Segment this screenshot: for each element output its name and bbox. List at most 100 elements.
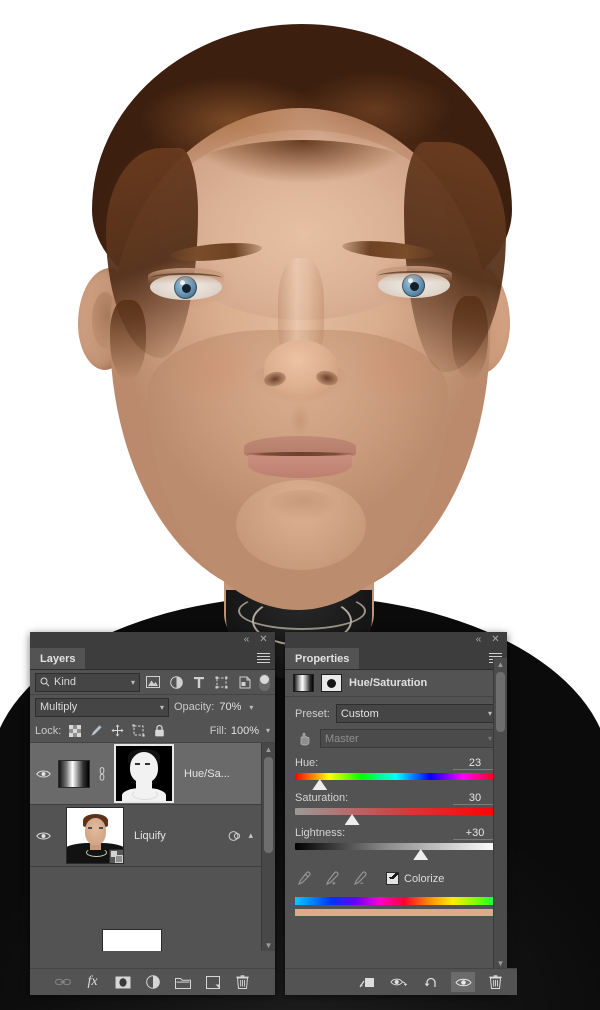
tab-layers[interactable]: Layers bbox=[30, 648, 85, 669]
close-icon[interactable]: ✕ bbox=[257, 634, 270, 646]
fill-chevron-icon[interactable]: ▾ bbox=[266, 726, 270, 735]
preset-select[interactable]: Custom ▾ bbox=[336, 704, 497, 723]
hue-saturation-gradient-thumbnail[interactable] bbox=[58, 760, 90, 788]
shape-layer-filter-icon[interactable] bbox=[212, 674, 231, 691]
hue-range-ramp[interactable] bbox=[295, 897, 497, 905]
lightness-slider-handle[interactable] bbox=[413, 849, 428, 860]
table-row[interactable]: Hue/Sa... bbox=[30, 743, 275, 805]
pixel-layer-filter-icon[interactable] bbox=[144, 674, 163, 691]
chevron-down-icon: ▾ bbox=[488, 709, 492, 718]
type-layer-filter-icon[interactable] bbox=[190, 674, 209, 691]
lock-image-pixels-icon[interactable] bbox=[89, 724, 103, 738]
blend-mode-value: Multiply bbox=[40, 701, 77, 713]
smart-object-filter-icon[interactable] bbox=[235, 674, 254, 691]
hue-saturation-gradient-thumbnail[interactable] bbox=[293, 674, 314, 692]
smart-filter-mask-thumbnail[interactable] bbox=[102, 929, 162, 951]
chevron-up-icon[interactable]: ▴ bbox=[248, 830, 253, 841]
opacity-chevron-icon[interactable]: ▾ bbox=[249, 703, 253, 712]
delete-adjustment-icon[interactable] bbox=[483, 972, 507, 992]
saturation-slider-handle[interactable] bbox=[345, 814, 360, 825]
opacity-label: Opacity: bbox=[174, 701, 214, 713]
eyedropper-add-icon[interactable] bbox=[323, 870, 340, 887]
scroll-down-arrow-icon[interactable]: ▼ bbox=[262, 939, 275, 951]
opacity-value[interactable]: 70% bbox=[219, 701, 241, 713]
fill-value[interactable]: 100% bbox=[231, 725, 259, 737]
scrollbar-thumb[interactable] bbox=[264, 757, 273, 853]
hue-value[interactable]: 23 bbox=[453, 757, 497, 770]
link-layers-icon[interactable] bbox=[54, 974, 71, 991]
lock-label: Lock: bbox=[35, 725, 61, 737]
preset-row: Preset: Custom ▾ bbox=[295, 704, 497, 723]
right-sideburn bbox=[452, 296, 488, 380]
collapse-to-icons-icon[interactable]: « bbox=[240, 634, 253, 646]
lock-all-icon[interactable] bbox=[152, 724, 166, 738]
add-layer-mask-icon[interactable] bbox=[114, 974, 131, 991]
saturation-slider-track[interactable] bbox=[295, 808, 497, 815]
layer-name[interactable]: Liquify bbox=[124, 830, 228, 842]
layer-list-scrollbar[interactable]: ▲ ▼ bbox=[261, 743, 275, 951]
checkbox-checked-icon[interactable] bbox=[386, 872, 399, 885]
close-icon[interactable]: ✕ bbox=[489, 634, 502, 646]
new-layer-icon[interactable] bbox=[204, 974, 221, 991]
fill-label: Fill: bbox=[210, 725, 227, 737]
lock-transparent-pixels-icon[interactable] bbox=[68, 724, 82, 738]
portrait-layer-thumbnail[interactable] bbox=[66, 807, 124, 864]
layer-name[interactable]: Hue/Sa... bbox=[174, 768, 275, 780]
eyedropper-icon[interactable] bbox=[295, 870, 312, 887]
delete-layer-icon[interactable] bbox=[234, 974, 251, 991]
adjustment-layer-filter-icon[interactable] bbox=[167, 674, 186, 691]
lightness-slider-block: Lightness: +30 bbox=[295, 827, 497, 850]
eye-visible-icon[interactable] bbox=[30, 831, 56, 841]
smart-filter-icon[interactable] bbox=[228, 830, 243, 842]
lightness-label: Lightness: bbox=[295, 827, 345, 839]
adjustment-title: Hue/Saturation bbox=[349, 677, 427, 689]
adjustment-thumbnails[interactable] bbox=[56, 744, 174, 803]
chevron-down-icon: ▾ bbox=[131, 678, 135, 687]
toggle-layer-visibility-icon[interactable] bbox=[451, 972, 475, 992]
adjustment-mask-thumbnail[interactable] bbox=[321, 674, 342, 692]
clip-to-layer-icon[interactable] bbox=[355, 972, 379, 992]
right-cheek bbox=[348, 328, 438, 408]
blend-mode-select[interactable]: Multiply ▾ bbox=[35, 698, 169, 717]
saturation-ramp-bar bbox=[295, 808, 497, 815]
left-cheek bbox=[170, 330, 260, 410]
new-group-icon[interactable] bbox=[174, 974, 191, 991]
smart-object-thumbnails[interactable] bbox=[56, 807, 124, 864]
scroll-up-arrow-icon[interactable]: ▲ bbox=[494, 658, 507, 670]
hue-slider-handle[interactable] bbox=[312, 779, 327, 790]
hue-slider-track[interactable] bbox=[295, 773, 497, 780]
chevron-down-icon: ▾ bbox=[488, 734, 492, 743]
saturation-value[interactable]: 30 bbox=[453, 792, 497, 805]
reset-adjustment-icon[interactable] bbox=[419, 972, 443, 992]
right-eye-pupil bbox=[410, 282, 419, 291]
hamburger-menu-icon[interactable] bbox=[257, 653, 270, 664]
properties-scrollbar[interactable]: ▲ ▼ bbox=[493, 658, 507, 969]
on-image-adjustment-hand-icon[interactable] bbox=[295, 730, 314, 747]
layer-list: Hue/Sa... bbox=[30, 743, 275, 951]
scrollbar-thumb[interactable] bbox=[496, 672, 505, 732]
layer-style-fx-icon[interactable]: fx bbox=[84, 974, 101, 991]
scroll-up-arrow-icon[interactable]: ▲ bbox=[262, 743, 275, 755]
view-previous-state-icon[interactable] bbox=[387, 972, 411, 992]
eye-visible-icon[interactable] bbox=[30, 769, 56, 779]
lock-artboard-nesting-icon[interactable] bbox=[131, 724, 145, 738]
colorize-checkbox[interactable]: Colorize bbox=[386, 872, 444, 885]
filter-kind-select[interactable]: Kind ▾ bbox=[35, 673, 140, 692]
eyedropper-row: Colorize bbox=[295, 870, 497, 887]
layer-filter-row: Kind ▾ bbox=[30, 670, 275, 695]
blend-mode-row: Multiply ▾ Opacity: 70% ▾ bbox=[30, 695, 275, 719]
hairline bbox=[150, 140, 456, 260]
layer-mask-thumbnail[interactable] bbox=[114, 744, 174, 803]
link-mask-icon[interactable] bbox=[96, 767, 108, 781]
collapse-to-icons-icon[interactable]: « bbox=[472, 634, 485, 646]
filter-enable-toggle[interactable] bbox=[259, 674, 270, 691]
lightness-value[interactable]: +30 bbox=[453, 827, 497, 840]
new-adjustment-layer-icon[interactable] bbox=[144, 974, 161, 991]
channel-select[interactable]: Master ▾ bbox=[320, 729, 497, 748]
table-row[interactable]: Liquify ▴ bbox=[30, 805, 275, 867]
eyedropper-subtract-icon[interactable] bbox=[351, 870, 368, 887]
lightness-slider-track[interactable] bbox=[295, 843, 497, 850]
tab-properties[interactable]: Properties bbox=[285, 648, 359, 669]
adjustment-controls: Preset: Custom ▾ Master ▾ Hue: 23 bbox=[285, 697, 507, 916]
lock-position-icon[interactable] bbox=[110, 724, 124, 738]
